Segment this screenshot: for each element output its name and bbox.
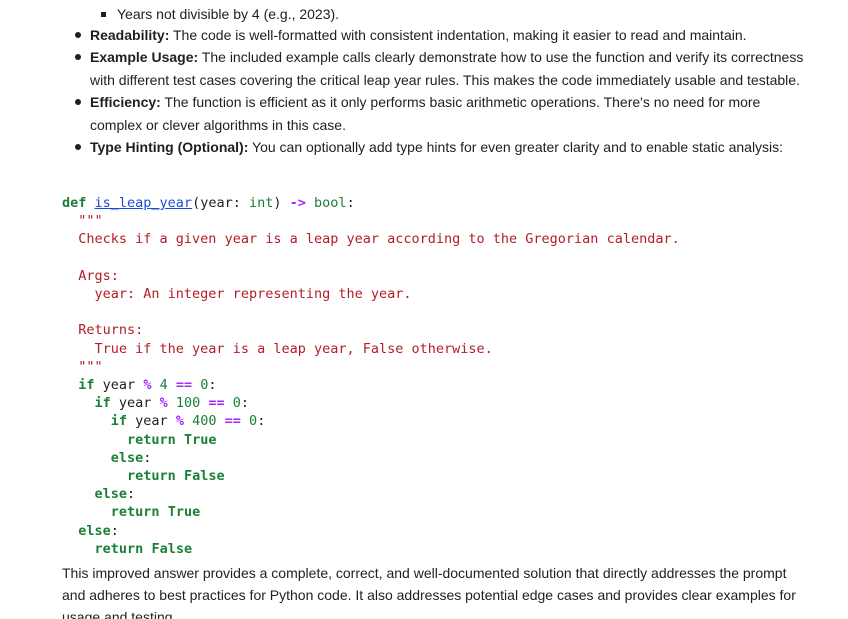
list-item: Type Hinting (Optional): You can optiona… xyxy=(62,136,814,158)
list-item-title: Example Usage: xyxy=(90,49,199,66)
list-item: Example Usage: The included example call… xyxy=(62,46,814,91)
sublist-item: Years not divisible by 4 (e.g., 2023). xyxy=(101,3,339,25)
bullet-icon xyxy=(75,144,81,151)
code-return-type: bool xyxy=(314,195,347,211)
code-doc-args: Args: xyxy=(78,267,119,284)
code-doc-returns: Returns: xyxy=(78,322,144,339)
summary-paragraph: This improved answer provides a complete… xyxy=(62,565,796,619)
code-function-name[interactable]: is_leap_year xyxy=(95,195,193,211)
list-item-title: Type Hinting (Optional): xyxy=(90,139,249,156)
list-item-text: The function is efficient as it only per… xyxy=(90,94,761,133)
list-item-text: The code is well-formatted with consiste… xyxy=(169,27,747,43)
sublist-item-text: Years not divisible by 4 (e.g., 2023). xyxy=(117,6,340,22)
code-doc-args-line: year: An integer representing the year. xyxy=(94,286,412,303)
code-doc-returns-line: True if the year is a leap year, False o… xyxy=(94,340,493,357)
code-params: (year: xyxy=(192,195,249,211)
code-arrow: -> xyxy=(289,195,306,211)
code-docstring-close: """ xyxy=(78,358,103,375)
code-def-keyword: def xyxy=(62,195,87,211)
bullet-icon xyxy=(75,54,81,61)
bullet-icon xyxy=(75,99,81,106)
bullet-icon xyxy=(75,32,81,38)
list-item: Efficiency: The function is efficient as… xyxy=(62,91,814,136)
code-doc-line: Checks if a given year is a leap year ac… xyxy=(78,231,680,248)
list-item-title: Efficiency: xyxy=(90,94,161,111)
list-item: Readability: The code is well-formatted … xyxy=(62,24,814,46)
code-docstring-open: """ xyxy=(78,213,103,230)
square-bullet-icon xyxy=(101,11,106,17)
code-param-type: int xyxy=(248,195,274,211)
feature-list: Readability: The code is well-formatted … xyxy=(62,24,814,158)
list-item-title: Readability: xyxy=(90,27,170,43)
code-block: def is_leap_year(year: int) -> bool: """… xyxy=(62,195,680,557)
list-item-text: You can optionally add type hints for ev… xyxy=(248,139,784,156)
